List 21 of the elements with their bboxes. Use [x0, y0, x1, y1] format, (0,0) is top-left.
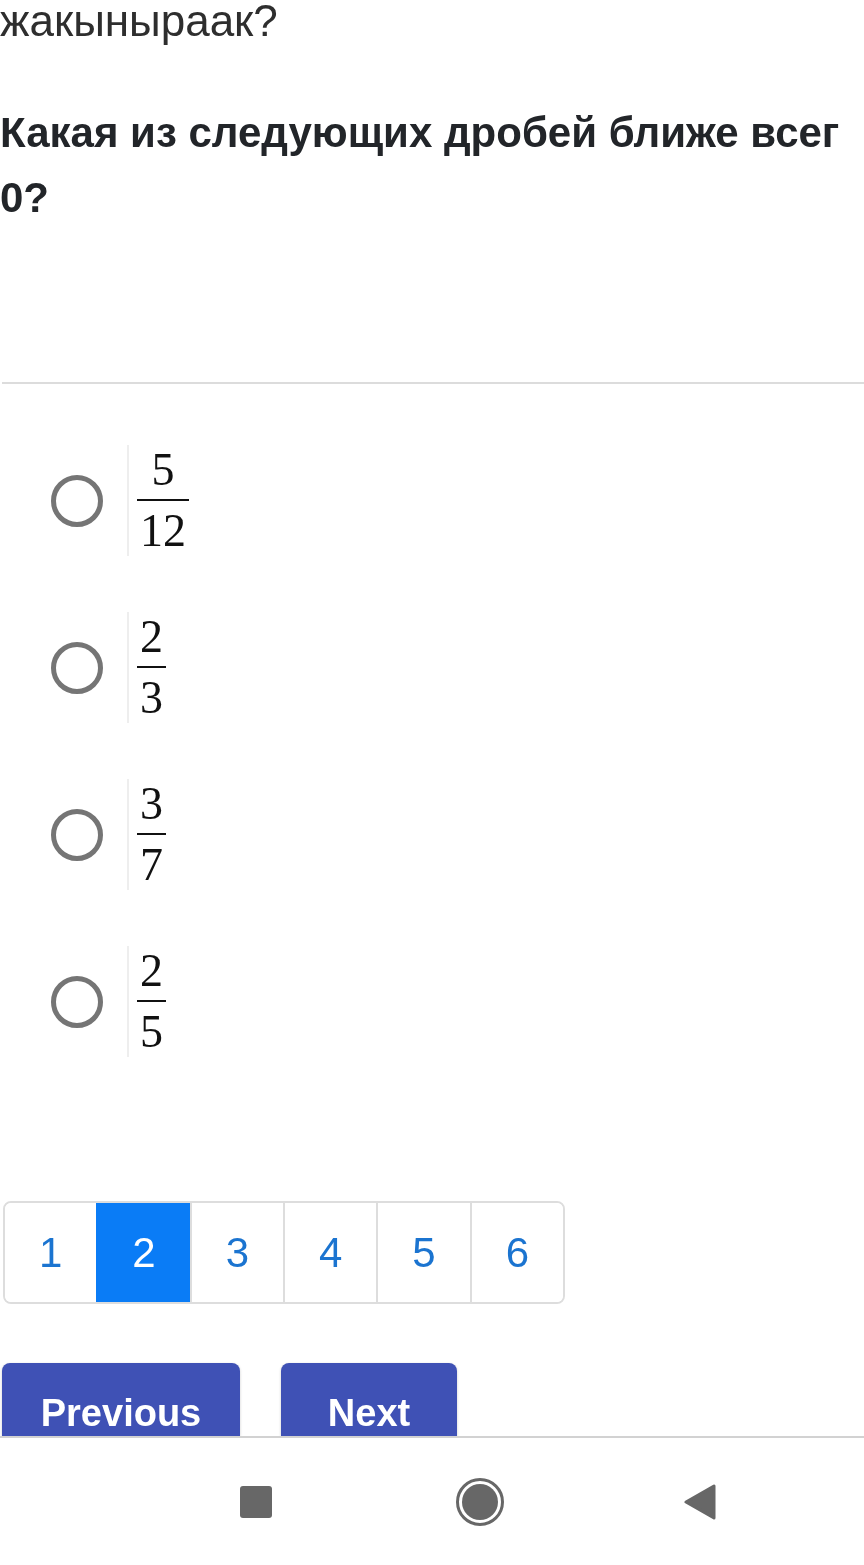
page-button[interactable]: 2 — [96, 1203, 190, 1302]
question-text: Какая из следующих дробей ближе всег 0? — [0, 108, 840, 223]
fraction-denominator: 12 — [139, 511, 187, 551]
fraction-numerator: 3 — [139, 784, 164, 824]
square-icon[interactable] — [240, 1485, 272, 1518]
fraction-numerator: 2 — [139, 951, 164, 991]
previous-button[interactable]: Previous — [2, 1363, 240, 1436]
fraction-denominator: 5 — [139, 1012, 164, 1052]
fraction-denominator: 7 — [139, 845, 164, 885]
circle-icon[interactable] — [456, 1477, 504, 1526]
next-button[interactable]: Next — [281, 1363, 457, 1436]
page-button[interactable]: 6 — [469, 1203, 563, 1302]
fraction-numerator: 5 — [150, 450, 176, 490]
back-icon[interactable] — [684, 1483, 716, 1520]
fraction-denominator: 3 — [139, 678, 164, 718]
question-text: жакыныраак? — [0, 0, 278, 46]
radio-button[interactable] — [51, 474, 103, 527]
radio-button[interactable] — [51, 641, 103, 694]
fraction-numerator: 2 — [139, 617, 164, 657]
radio-button[interactable] — [51, 808, 103, 861]
radio-button[interactable] — [51, 975, 103, 1028]
